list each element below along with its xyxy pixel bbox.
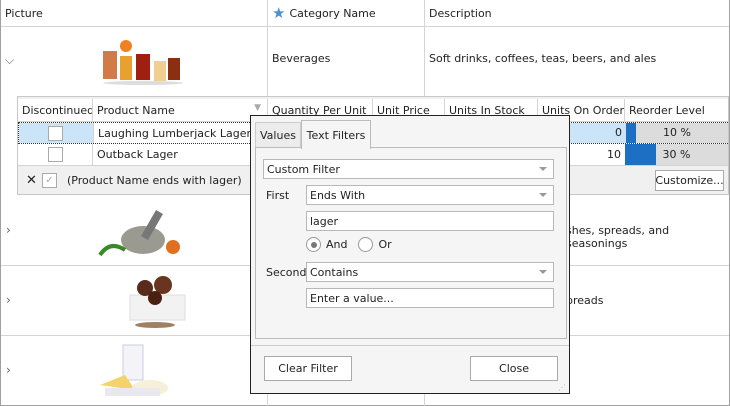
- reorder-progress: 30 %: [625, 144, 728, 165]
- tab-values[interactable]: Values: [255, 122, 301, 148]
- select-value: Ends With: [310, 188, 366, 202]
- header-label: Discontinued: [22, 103, 93, 117]
- resize-grip-icon[interactable]: ⋰: [558, 383, 566, 392]
- expand-icon[interactable]: ›: [6, 293, 11, 307]
- clear-filter-button[interactable]: Clear Filter: [264, 356, 352, 381]
- detail-header-reorder[interactable]: Reorder Level: [625, 99, 728, 122]
- header-label: Reorder Level: [629, 103, 705, 117]
- dropdown-arrow-icon: [539, 270, 547, 274]
- expand-icon[interactable]: ›: [6, 363, 11, 377]
- logic-radio-group: And Or: [306, 237, 392, 252]
- first-label: First: [266, 189, 290, 202]
- column-header-description[interactable]: Description: [425, 0, 729, 27]
- condiments-image: [98, 210, 180, 257]
- product-name: Outback Lager: [97, 148, 178, 161]
- select-value: Contains: [310, 265, 359, 279]
- reorder-progress: 10 %: [626, 123, 728, 143]
- filter-text[interactable]: (Product Name ends with lager): [67, 174, 242, 187]
- beverages-image: [103, 40, 183, 85]
- second-operator-select[interactable]: Contains: [306, 262, 554, 282]
- category-name: Beverages: [272, 52, 331, 65]
- first-operator-select[interactable]: Ends With: [306, 185, 554, 205]
- second-label: Second: [266, 266, 307, 279]
- filter-icon[interactable]: ▼: [254, 103, 261, 113]
- dropdown-arrow-icon: [539, 167, 547, 171]
- discontinued-checkbox[interactable]: [48, 147, 63, 162]
- tab-text-filters[interactable]: Text Filters: [301, 120, 371, 149]
- detail-header-discontinued[interactable]: Discontinued: [18, 99, 93, 122]
- filter-enabled-checkbox[interactable]: ✓: [42, 173, 57, 188]
- collapse-icon[interactable]: ⌵: [5, 53, 14, 68]
- and-label: And: [326, 238, 348, 251]
- customize-button[interactable]: Customize...: [655, 170, 724, 191]
- divider: [251, 345, 569, 346]
- star-icon: ★: [272, 4, 286, 22]
- discontinued-cell: [18, 144, 93, 165]
- progress-label: 30 %: [662, 148, 691, 161]
- first-value-input[interactable]: lager: [306, 211, 554, 231]
- discontinued-cell: [19, 123, 94, 143]
- progress-label: 10 %: [663, 126, 691, 139]
- confections-image: [129, 276, 186, 328]
- category-description: breads: [566, 294, 604, 307]
- expand-icon[interactable]: ›: [6, 223, 11, 237]
- dropdown-arrow-icon: [539, 193, 547, 197]
- category-description: Soft drinks, coffees, teas, beers, and a…: [429, 52, 657, 65]
- filter-popup: Values Text Filters Custom Filter First …: [250, 115, 570, 394]
- select-value: Custom Filter: [267, 162, 340, 176]
- header-label: Description: [429, 6, 492, 20]
- category-description: shes, spreads, and seasonings: [566, 224, 670, 250]
- or-radio[interactable]: [358, 237, 374, 252]
- divider: [424, 0, 425, 99]
- discontinued-checkbox[interactable]: [48, 126, 63, 141]
- second-value-input[interactable]: Enter a value...: [306, 288, 554, 308]
- filter-mode-select[interactable]: Custom Filter: [263, 159, 554, 179]
- or-label: Or: [378, 238, 392, 251]
- product-name: Laughing Lumberjack Lager: [98, 126, 252, 140]
- column-header-category[interactable]: ★ Category Name: [268, 0, 424, 27]
- close-button[interactable]: Close: [470, 356, 558, 381]
- header-label: Category Name: [289, 6, 376, 20]
- dairy-image: [100, 344, 168, 396]
- clear-filter-icon[interactable]: ✕: [26, 173, 37, 188]
- header-label: Picture: [5, 6, 43, 20]
- column-header-picture[interactable]: Picture: [1, 0, 267, 27]
- and-radio[interactable]: [306, 237, 321, 252]
- header-label: Product Name: [97, 103, 175, 117]
- detail-header-product[interactable]: Product Name ▼: [93, 99, 268, 122]
